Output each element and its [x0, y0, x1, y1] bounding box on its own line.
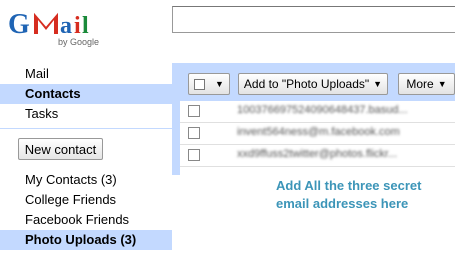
contact-email: xxd9ffuss2twitter@photos.flickr...: [237, 148, 398, 160]
contact-row[interactable]: 100376697524090648437.basud...: [180, 101, 455, 123]
contact-checkbox[interactable]: [188, 149, 200, 161]
nav-item-tasks[interactable]: Tasks: [0, 104, 172, 124]
contact-row[interactable]: invent564ness@m.facebook.com: [180, 123, 455, 145]
svg-text:i: i: [74, 13, 81, 39]
nav-item-contacts[interactable]: Contacts: [0, 84, 172, 104]
contact-checkbox[interactable]: [188, 127, 200, 139]
group-facebook-friends[interactable]: Facebook Friends: [0, 210, 172, 230]
gmail-logo[interactable]: G a i l by Google: [8, 4, 108, 50]
add-to-group-button[interactable]: Add to "Photo Uploads" ▼: [238, 73, 388, 95]
by-google-label: by Google: [58, 37, 100, 47]
contact-row[interactable]: xxd9ffuss2twitter@photos.flickr...: [180, 145, 455, 167]
contact-checkbox[interactable]: [188, 105, 200, 117]
add-to-group-label: Add to "Photo Uploads": [243, 77, 370, 91]
contacts-toolbar: ▼ Add to "Photo Uploads" ▼ More ▼: [180, 71, 455, 101]
contact-email: 100376697524090648437.basud...: [237, 104, 408, 116]
more-actions-label: More: [406, 77, 434, 91]
panel-frame-top: [172, 63, 455, 71]
new-contact-button[interactable]: New contact: [18, 138, 103, 160]
nav-divider: [0, 128, 172, 129]
svg-text:G: G: [8, 9, 30, 40]
contact-groups: My Contacts (3) College Friends Facebook…: [0, 170, 172, 250]
group-my-contacts[interactable]: My Contacts (3): [0, 170, 172, 190]
contact-email: invent564ness@m.facebook.com: [237, 126, 400, 138]
annotation-line-1: Add All the three secret: [276, 178, 422, 193]
chevron-down-icon: ▼: [373, 79, 383, 89]
annotation-line-2: email addresses here: [276, 196, 409, 211]
left-nav: Mail Contacts Tasks: [0, 64, 172, 124]
select-all-checkbox[interactable]: [194, 78, 206, 90]
contact-list: 100376697524090648437.basud... invent564…: [180, 101, 455, 167]
chevron-down-icon: ▼: [437, 79, 447, 89]
panel-frame-left: [172, 63, 180, 175]
more-actions-button[interactable]: More ▼: [398, 73, 455, 95]
nav-item-mail[interactable]: Mail: [0, 64, 172, 84]
select-all-dropdown[interactable]: ▼: [188, 73, 230, 95]
gmail-wordmark: G a i l: [8, 9, 89, 40]
chevron-down-icon: ▼: [215, 79, 224, 89]
annotation-text: Add All the three secret email addresses…: [276, 177, 446, 213]
svg-text:a: a: [60, 13, 72, 39]
svg-text:l: l: [82, 13, 89, 39]
group-college-friends[interactable]: College Friends: [0, 190, 172, 210]
group-photo-uploads[interactable]: Photo Uploads (3): [0, 230, 172, 250]
search-input[interactable]: [172, 6, 455, 33]
